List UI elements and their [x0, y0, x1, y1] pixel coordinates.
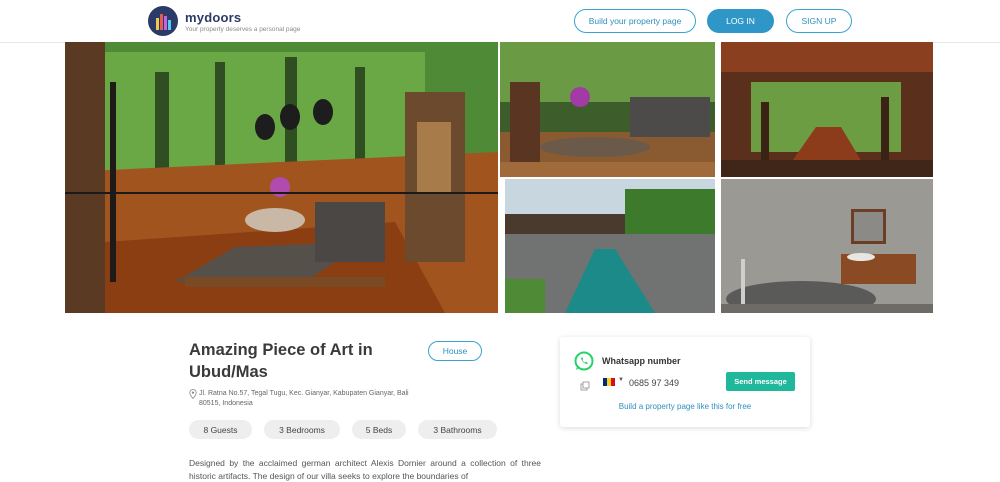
property-type-badge: House	[428, 341, 482, 361]
gallery-photo-walkway[interactable]	[721, 42, 933, 177]
copy-icon[interactable]	[580, 378, 590, 391]
listing-description: Designed by the acclaimed german archite…	[189, 458, 541, 481]
feature-beds: 5 Beds	[352, 420, 406, 439]
gallery-photo-pool[interactable]	[505, 179, 715, 313]
country-flag-icon[interactable]	[603, 378, 615, 386]
listing-title: Amazing Piece of Art in Ubud/Mas	[189, 341, 373, 381]
brand-tagline: Your property deserves a personal page	[185, 25, 301, 33]
listing-address: Jl. Ratna No.57, Tegal Tugu, Kec. Gianya…	[189, 389, 429, 409]
gallery-photo-bathroom[interactable]	[721, 179, 933, 313]
feature-guests: 8 Guests	[189, 420, 252, 439]
photo-gallery	[65, 42, 933, 313]
whatsapp-icon	[574, 351, 594, 371]
gallery-photo-main[interactable]	[65, 42, 498, 313]
brand-name: mydoors	[185, 9, 242, 25]
feature-bedrooms: 3 Bedrooms	[264, 420, 340, 439]
address-text: Jl. Ratna No.57, Tegal Tugu, Kec. Gianya…	[199, 390, 409, 407]
logo-mark-icon	[148, 6, 178, 36]
build-property-page-button[interactable]: Build your property page	[574, 9, 696, 33]
feature-bathrooms: 3 Bathrooms	[418, 420, 497, 439]
brand-logo[interactable]: mydoors Your property deserves a persona…	[148, 6, 300, 36]
build-page-link[interactable]: Build a property page like this for free	[560, 402, 810, 411]
contact-card: Whatsapp number ▼ 0685 97 349 Send messa…	[560, 337, 810, 427]
whatsapp-label: Whatsapp number	[602, 356, 681, 366]
gallery-photo-lounge[interactable]	[500, 42, 715, 177]
location-pin-icon	[189, 389, 199, 409]
phone-number: 0685 97 349	[629, 378, 680, 388]
top-navbar: mydoors Your property deserves a persona…	[0, 0, 1000, 43]
signup-button[interactable]: SIGN UP	[786, 9, 852, 33]
send-message-button[interactable]: Send message	[726, 372, 795, 391]
login-button[interactable]: LOG IN	[707, 9, 774, 33]
chevron-down-icon[interactable]: ▼	[618, 377, 624, 383]
